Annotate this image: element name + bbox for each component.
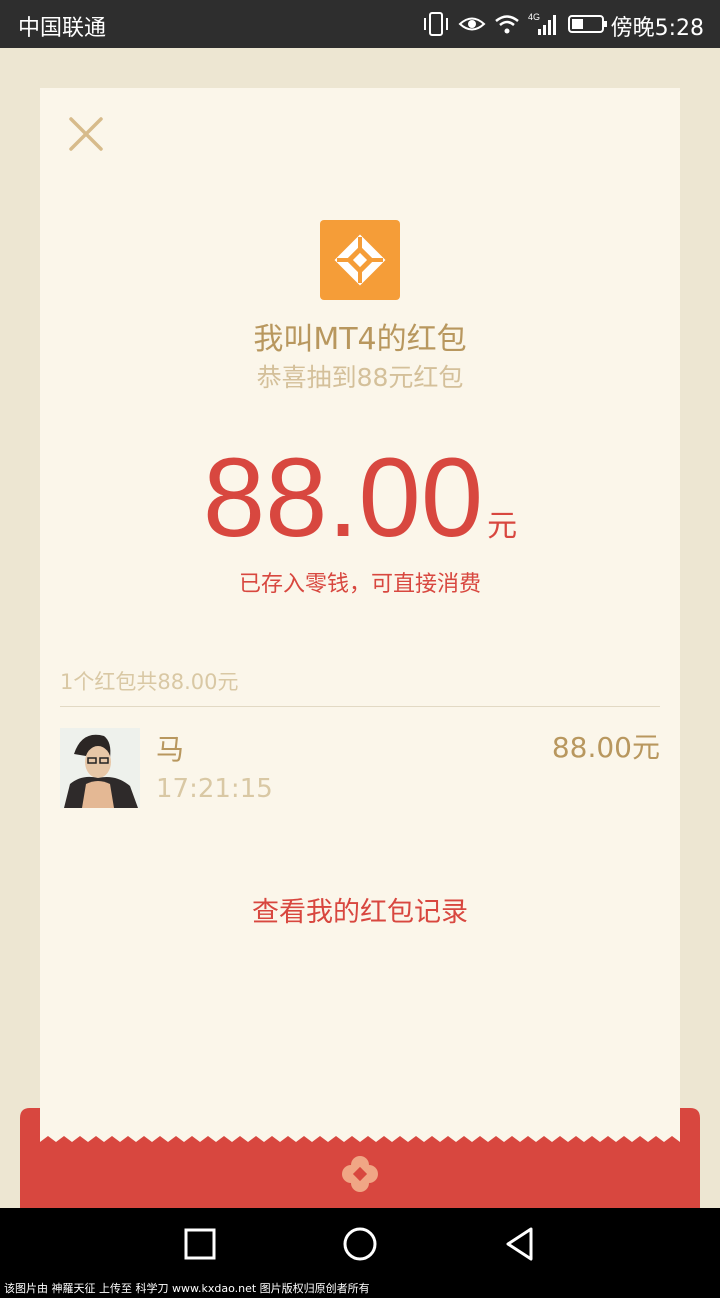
status-bar: 中国联通 4G 傍晚5:28 — [0, 0, 720, 48]
network-type-label: 4G — [528, 12, 540, 22]
back-icon[interactable] — [500, 1224, 540, 1264]
deposit-note: 已存入零钱，可直接消费 — [238, 572, 481, 597]
receive-time: 17:21:15 — [156, 774, 273, 804]
divider — [60, 706, 660, 707]
red-packet-pocket — [20, 1108, 700, 1208]
view-records-link[interactable]: 查看我的红包记录 — [40, 890, 680, 929]
carrier-name: 中国联通 — [18, 16, 107, 41]
status-icons: 4G — [422, 8, 608, 40]
receiver-name: 马 — [156, 733, 185, 766]
avatar[interactable] — [60, 728, 140, 808]
amount-display: 88.00 元 — [40, 438, 680, 558]
wish-text: 恭喜抽到88元红包 — [256, 363, 464, 392]
red-packet-screen: 我叫MT4的红包 恭喜抽到88元红包 88.00 元 已存入零钱，可直接消费 1个… — [0, 48, 720, 1208]
signal-4g-icon: 4G — [528, 12, 556, 35]
eye-icon — [458, 17, 486, 31]
red-packet-detail-card: 我叫MT4的红包 恭喜抽到88元红包 88.00 元 已存入零钱，可直接消费 1个… — [40, 88, 680, 1168]
close-icon[interactable] — [66, 114, 106, 154]
battery-icon — [568, 15, 607, 33]
vibrate-icon — [424, 12, 448, 36]
watermark-text: 该图片由 神羅天征 上传至 科学刀 www.kxdao.net 图片版权归原创者… — [0, 1280, 720, 1298]
home-icon[interactable] — [340, 1224, 380, 1264]
system-nav-bar — [0, 1208, 720, 1280]
receiver-row[interactable]: 马 17:21:15 88.00元 — [60, 726, 660, 810]
packet-summary: 1个红包共88.00元 — [60, 670, 239, 694]
packet-logo-icon — [320, 220, 400, 300]
sender-title: 我叫MT4的红包 — [253, 322, 467, 357]
wifi-icon — [495, 15, 519, 34]
amount-unit: 元 — [487, 509, 518, 544]
clock: 傍晚5:28 — [610, 16, 704, 41]
amount-value: 88.00 — [202, 435, 484, 560]
receiver-amount: 88.00元 — [551, 731, 660, 764]
recent-apps-icon[interactable] — [180, 1224, 220, 1264]
